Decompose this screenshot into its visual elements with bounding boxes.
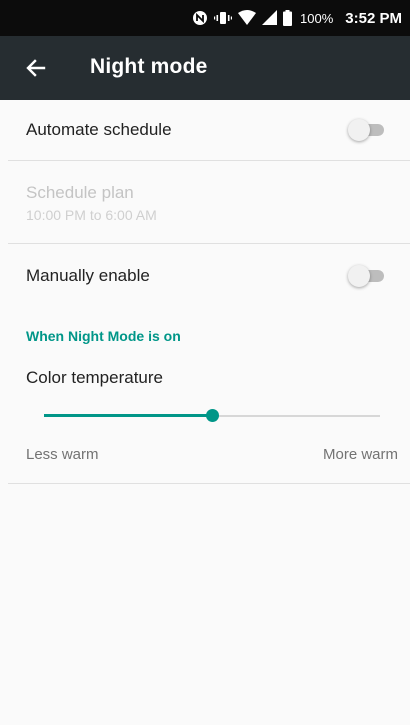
back-button[interactable] <box>22 54 50 82</box>
slider-thumb[interactable] <box>206 409 219 422</box>
slider-track-active <box>44 414 212 417</box>
signal-icon <box>262 10 278 26</box>
night-mode-screen: 100% 3:52 PM Night mode Automate schedul… <box>0 0 410 725</box>
toggle-thumb <box>348 265 370 287</box>
page-title: Night mode <box>90 55 208 78</box>
schedule-plan-summary: 10:00 PM to 6:00 AM <box>26 207 157 223</box>
color-temperature-slider[interactable] <box>44 405 380 427</box>
status-icons: 100% 3:52 PM <box>192 0 402 36</box>
automate-schedule-label: Automate schedule <box>26 120 172 139</box>
battery-percent: 100% <box>300 10 334 26</box>
app-bar: Night mode <box>0 36 410 100</box>
arrow-left-icon <box>26 59 46 77</box>
manually-enable-toggle[interactable] <box>348 265 386 287</box>
schedule-plan-row: Schedule plan 10:00 PM to 6:00 AM <box>0 161 410 243</box>
divider <box>8 483 410 484</box>
toggle-thumb <box>348 119 370 141</box>
automate-schedule-row[interactable]: Automate schedule <box>0 100 410 160</box>
schedule-plan-label: Schedule plan <box>26 183 134 202</box>
section-header: When Night Mode is on <box>26 328 181 344</box>
manually-enable-row[interactable]: Manually enable <box>0 244 410 306</box>
wifi-icon <box>238 10 257 26</box>
automate-schedule-toggle[interactable] <box>348 119 386 141</box>
nfc-icon <box>192 10 208 26</box>
status-clock: 3:52 PM <box>345 9 402 27</box>
less-warm-label: Less warm <box>26 446 99 463</box>
vibrate-icon <box>214 10 233 26</box>
color-temperature-label: Color temperature <box>26 368 164 387</box>
more-warm-label: More warm <box>322 446 398 463</box>
battery-icon <box>283 10 293 26</box>
manually-enable-label: Manually enable <box>26 266 150 285</box>
status-bar: 100% 3:52 PM <box>0 0 410 36</box>
